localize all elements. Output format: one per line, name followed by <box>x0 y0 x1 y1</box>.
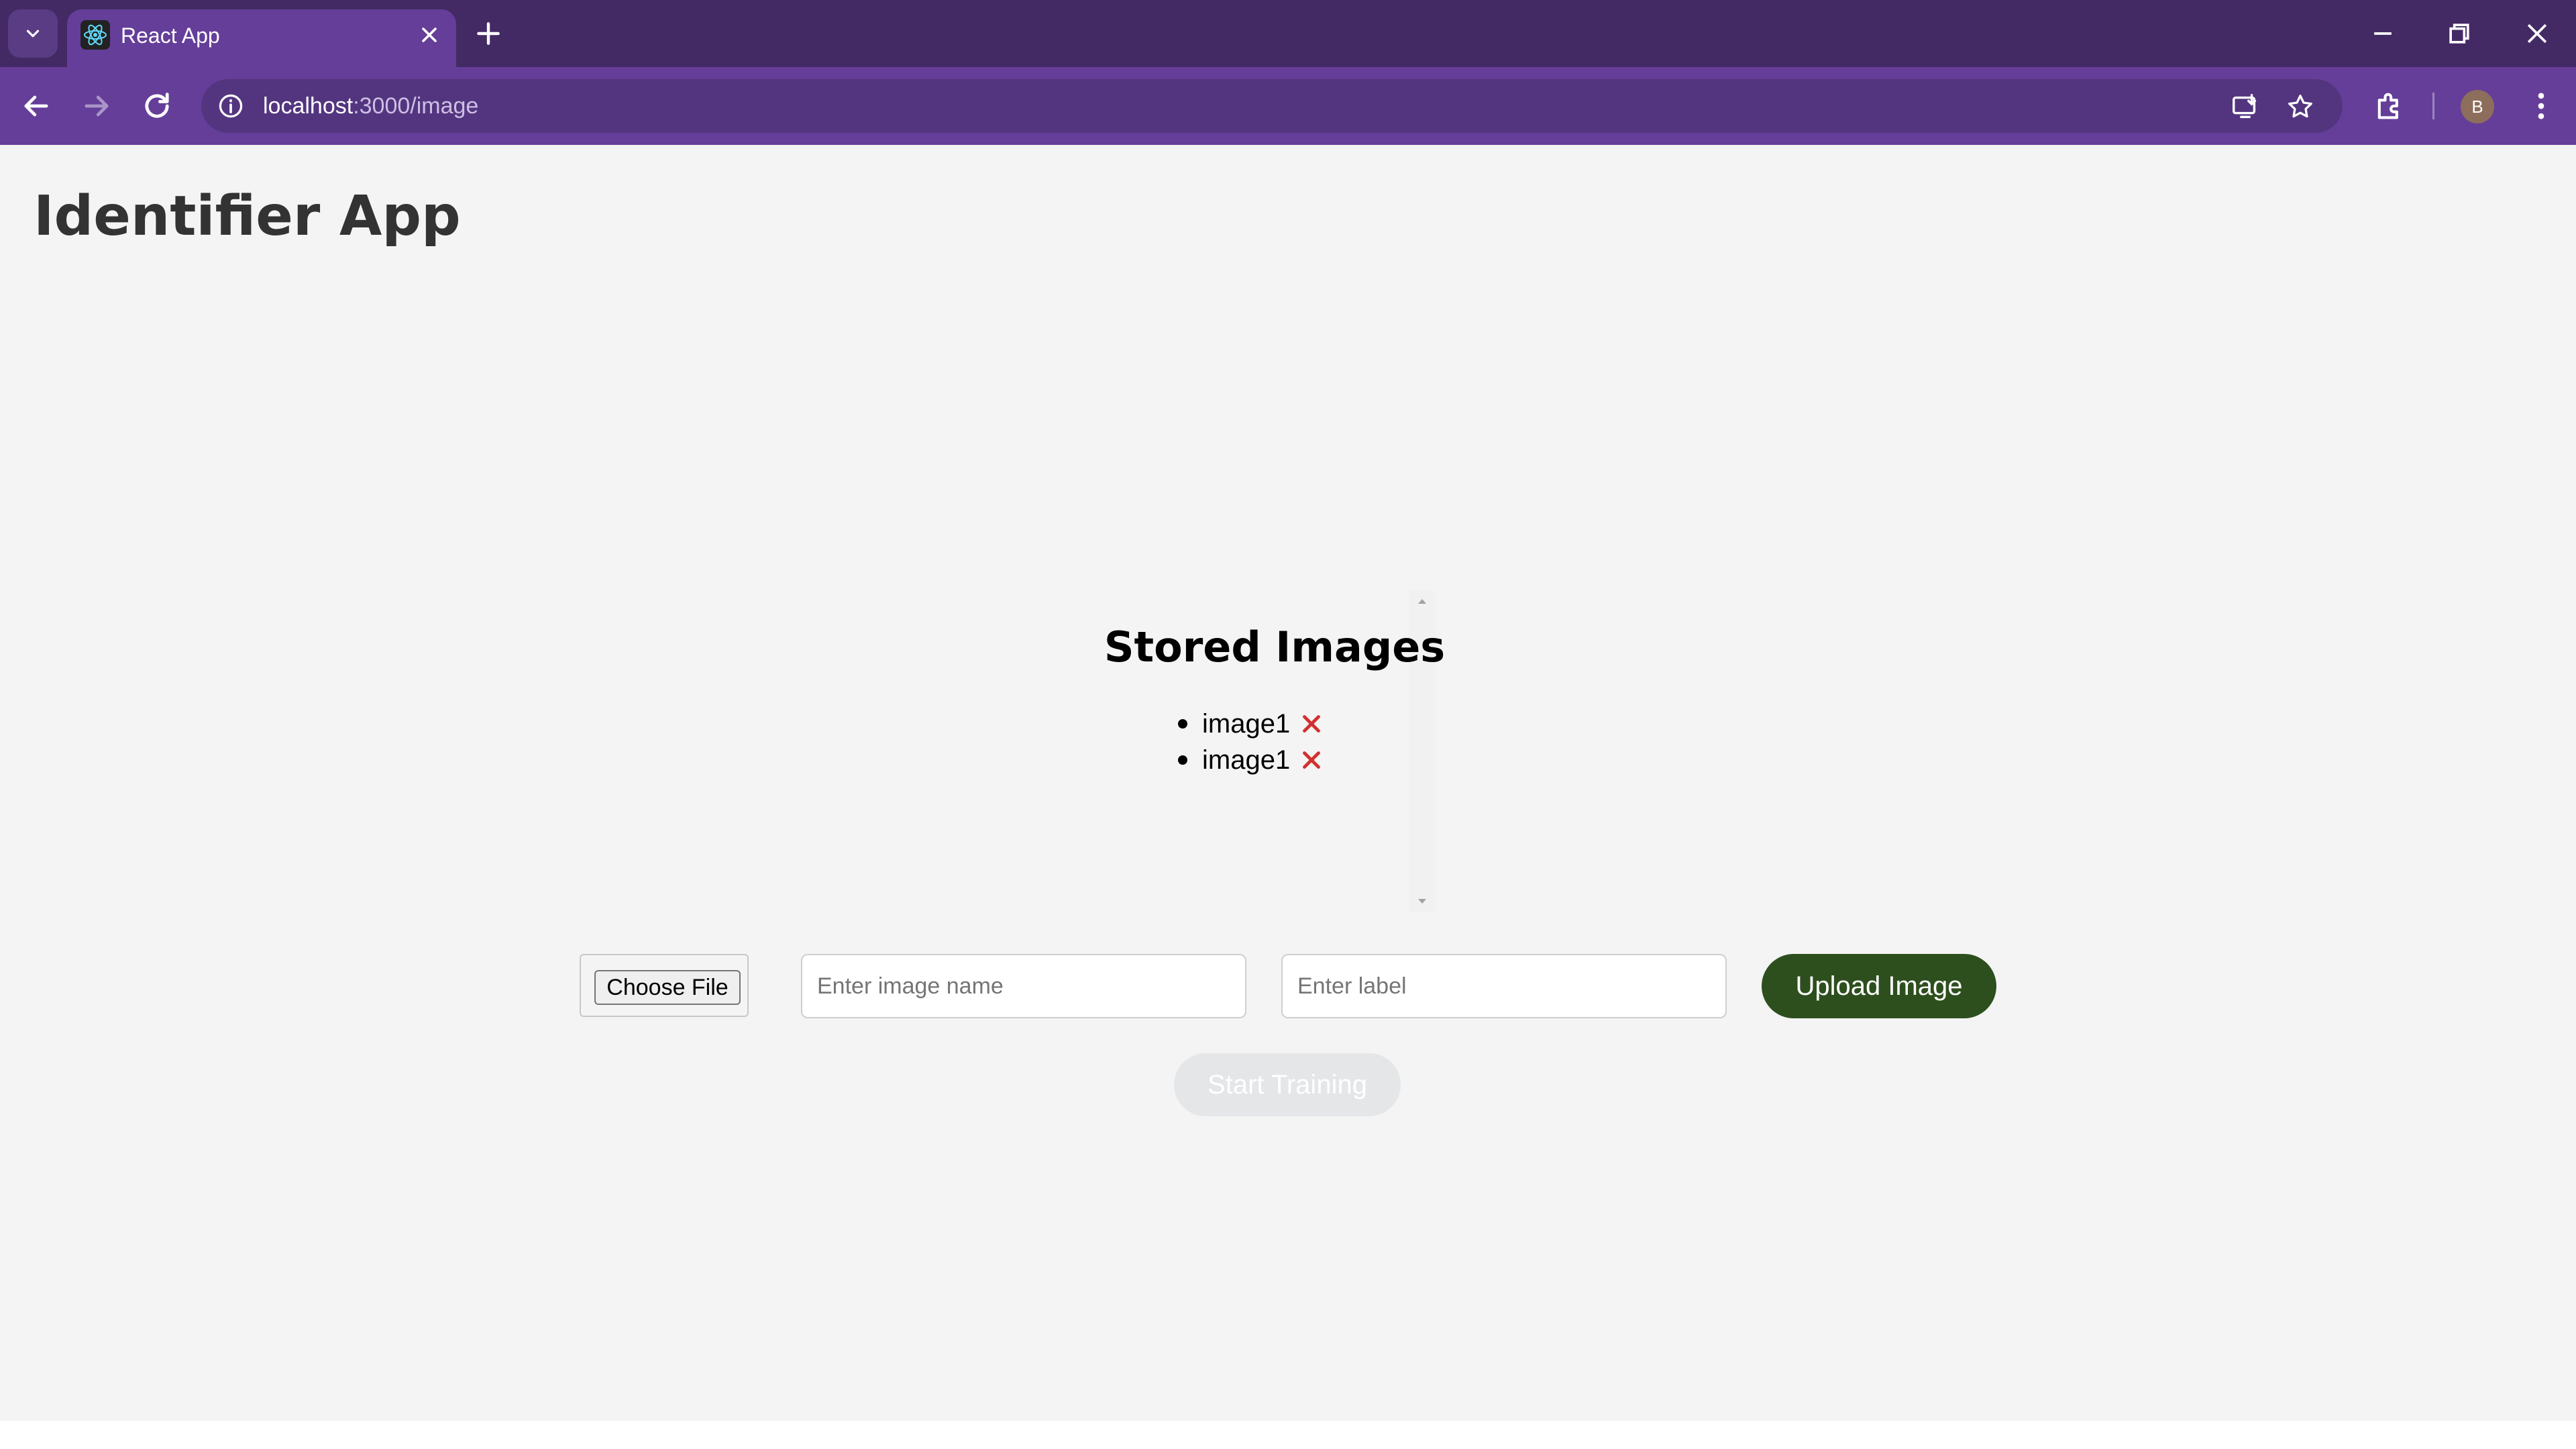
new-tab-icon[interactable] <box>474 19 503 48</box>
list-item: image1 <box>1178 706 1324 742</box>
delete-image-icon[interactable] <box>1299 748 1324 772</box>
bullet <box>1178 755 1187 765</box>
bullet <box>1178 719 1187 729</box>
image-name-input[interactable] <box>801 954 1246 1018</box>
profile-avatar[interactable]: B <box>2461 90 2494 123</box>
site-info-icon[interactable] <box>216 91 246 121</box>
browser-tabstrip: React App <box>0 0 2576 67</box>
label-input[interactable] <box>1281 954 1727 1018</box>
upload-image-button[interactable]: Upload Image <box>1762 954 1996 1018</box>
install-app-icon[interactable] <box>2230 91 2261 122</box>
list-item: image1 <box>1178 742 1324 778</box>
tab-title: React App <box>121 23 220 48</box>
reload-icon[interactable] <box>140 89 174 123</box>
start-training-button[interactable]: Start Training <box>1174 1053 1401 1116</box>
image-name: image1 <box>1202 745 1291 775</box>
menu-kebab-icon[interactable] <box>2524 89 2559 123</box>
address-bar[interactable]: localhost:3000/image <box>201 79 2343 133</box>
url-path: :3000/image <box>353 93 479 119</box>
page-title: Identifier App <box>34 184 461 248</box>
tab-search-button[interactable] <box>8 9 58 58</box>
forward-icon[interactable] <box>79 89 114 123</box>
extensions-icon[interactable] <box>2372 89 2407 123</box>
file-input[interactable]: Choose File <box>580 954 749 1017</box>
image-name: image1 <box>1202 708 1291 739</box>
delete-image-icon[interactable] <box>1299 712 1324 736</box>
bottom-edge <box>0 1421 2576 1449</box>
stored-images-list: image1 image1 <box>1178 706 1324 778</box>
scroll-down-arrow-icon[interactable] <box>1415 896 1429 907</box>
restore-icon[interactable] <box>2445 19 2474 48</box>
browser-tab[interactable]: React App <box>67 9 456 67</box>
react-logo-icon <box>80 20 110 50</box>
close-window-icon[interactable] <box>2522 19 2552 48</box>
chevron-down-icon <box>26 30 40 38</box>
minimize-icon[interactable] <box>2368 19 2398 48</box>
bookmark-star-icon[interactable] <box>2285 91 2316 122</box>
url-host: localhost <box>263 93 354 119</box>
stored-images-heading: Stored Images <box>1104 623 1446 672</box>
tab-close-icon[interactable] <box>417 23 441 47</box>
scroll-up-arrow-icon[interactable] <box>1415 596 1429 606</box>
url-text[interactable]: localhost:3000/image <box>263 91 478 121</box>
browser-toolbar: localhost:3000/image B <box>0 67 2576 145</box>
toolbar-divider <box>2432 93 2434 119</box>
back-icon[interactable] <box>19 89 54 123</box>
choose-file-button[interactable]: Choose File <box>594 970 741 1005</box>
